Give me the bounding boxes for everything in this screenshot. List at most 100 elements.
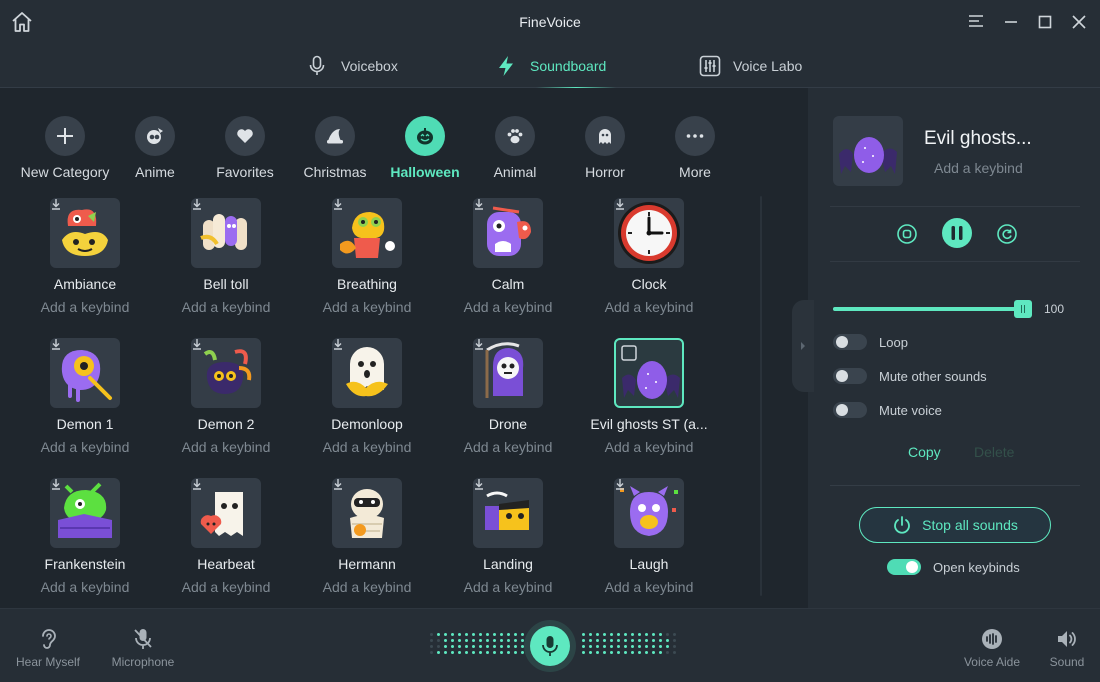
download-icon [52,479,60,490]
sound-thumbnail [332,338,402,408]
replay-button[interactable] [996,223,1018,245]
sound-thumbnail [332,478,402,548]
minimize-icon[interactable] [1000,11,1022,33]
add-keybind-link[interactable]: Add a keybind [579,439,719,455]
power-icon [894,516,911,534]
sound-thumbnail [50,198,120,268]
add-keybind-link[interactable]: Add a keybind [297,439,437,455]
sound-tile-calm[interactable]: Calm Add a keybind [438,198,578,315]
sound-tile-bell-toll[interactable]: Bell toll Add a keybind [156,198,296,315]
microphone-icon [307,55,327,77]
sound-tile-demonloop[interactable]: Demonloop Add a keybind [297,338,437,455]
open-keybinds-toggle[interactable] [887,559,921,575]
add-keybind-link[interactable]: Add a keybind [438,299,578,315]
loop-toggle[interactable] [833,334,867,350]
pumpkin-icon [417,128,433,145]
sound-thumbnail [50,478,120,548]
mute-voice-row: Mute voice [833,402,942,418]
close-icon[interactable] [1068,11,1090,33]
tab-soundboard[interactable]: Soundboard [496,44,617,89]
download-icon [475,479,483,490]
open-keybinds-row: Open keybinds [887,559,1020,575]
mute-other-sounds-toggle[interactable] [833,368,867,384]
volume-value: 100 [1044,302,1065,316]
bottom-bar: Hear Myself Microphone Voice Aide Sound [0,608,1100,682]
sound-thumbnail [50,338,120,408]
add-keybind-link[interactable]: Add a keybind [15,299,155,315]
mute-voice-toggle[interactable] [833,402,867,418]
home-icon[interactable] [10,10,34,34]
chevron-right-icon [801,342,805,350]
download-icon [52,199,60,210]
category-new[interactable]: New Category [17,116,113,180]
microphone-button[interactable]: Microphone [107,627,179,669]
speaker-icon [1058,631,1076,647]
sound-tile-landing[interactable]: Landing Add a keybind [438,478,578,595]
sound-button[interactable]: Sound [1040,627,1094,669]
sound-tile-breathing[interactable]: Breathing Add a keybind [297,198,437,315]
pause-button[interactable] [941,217,973,249]
stop-all-sounds-button[interactable]: Stop all sounds [859,507,1051,543]
sound-tile-hearbeat[interactable]: Hearbeat Add a keybind [156,478,296,595]
sound-tile-laugh[interactable]: Laugh Add a keybind [579,478,719,595]
volume-slider[interactable] [833,300,1032,318]
voice-aide-button[interactable]: Voice Aide [956,627,1028,669]
maximize-icon[interactable] [1034,11,1056,33]
category-more[interactable]: More [647,116,743,180]
delete-button: Delete [974,444,1015,460]
now-playing-add-keybind[interactable]: Add a keybind [934,160,1023,176]
add-keybind-link[interactable]: Add a keybind [297,299,437,315]
main-microphone-button[interactable] [530,626,570,666]
plus-icon [57,128,73,144]
sound-tile-evil-ghosts[interactable]: Evil ghosts ST (a... Add a keybind [579,338,719,455]
add-keybind-link[interactable]: Add a keybind [156,579,296,595]
sound-tile-ambiance[interactable]: Ambiance Add a keybind [15,198,155,315]
sound-tile-demon-1[interactable]: Demon 1 Add a keybind [15,338,155,455]
collapse-panel-button[interactable] [792,300,814,392]
lightning-icon [496,55,516,77]
divider [830,485,1080,486]
category-anime[interactable]: Anime [107,116,203,180]
sound-tile-demon-2[interactable]: Demon 2 Add a keybind [156,338,296,455]
microphone-icon [542,636,558,656]
volume-fill [833,307,1023,311]
sound-tile-hermann[interactable]: Hermann Add a keybind [297,478,437,595]
category-christmas[interactable]: Christmas [287,116,383,180]
stop-button[interactable] [896,223,918,245]
soundboard-content: New Category Anime Favorites Christmas H… [0,88,808,608]
volume-handle[interactable] [1014,300,1032,318]
scrollbar[interactable] [760,196,762,596]
sound-thumbnail [473,338,543,408]
category-animal[interactable]: Animal [467,116,563,180]
menu-icon[interactable] [965,11,987,33]
tab-voice-labo[interactable]: Voice Labo [699,44,802,88]
loop-toggle-row: Loop [833,334,908,350]
mute-other-sounds-row: Mute other sounds [833,368,987,384]
tab-voicebox[interactable]: Voicebox [307,44,398,88]
sound-thumbnail [614,478,684,548]
sound-thumbnail [473,478,543,548]
add-keybind-link[interactable]: Add a keybind [15,579,155,595]
category-horror[interactable]: Horror [557,116,653,180]
sound-tile-drone[interactable]: Drone Add a keybind [438,338,578,455]
add-keybind-link[interactable]: Add a keybind [438,579,578,595]
heart-icon [237,129,253,143]
download-icon [52,339,60,350]
hear-myself-button[interactable]: Hear Myself [12,627,84,669]
add-keybind-link[interactable]: Add a keybind [297,579,437,595]
add-keybind-link[interactable]: Add a keybind [579,579,719,595]
add-keybind-link[interactable]: Add a keybind [156,439,296,455]
sound-thumbnail [332,198,402,268]
category-halloween[interactable]: Halloween [377,116,473,180]
copy-button[interactable]: Copy [908,444,941,460]
category-favorites[interactable]: Favorites [197,116,293,180]
add-keybind-link[interactable]: Add a keybind [15,439,155,455]
stop-icon [897,224,917,244]
add-keybind-link[interactable]: Add a keybind [438,439,578,455]
sound-tile-clock[interactable]: Clock Add a keybind [579,198,719,315]
add-keybind-link[interactable]: Add a keybind [579,299,719,315]
sound-tile-frankenstein[interactable]: Frankenstein Add a keybind [15,478,155,595]
microphone-muted-icon [134,629,152,649]
sound-thumbnail [473,198,543,268]
add-keybind-link[interactable]: Add a keybind [156,299,296,315]
